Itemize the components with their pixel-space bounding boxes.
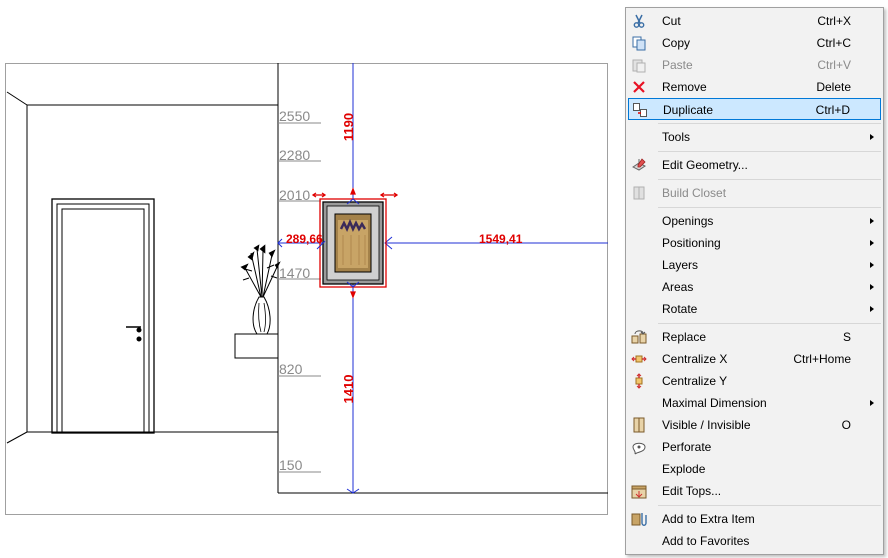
replace-icon xyxy=(631,329,647,345)
menu-separator xyxy=(658,179,881,180)
duplicate-icon xyxy=(632,102,648,118)
extra-item-icon xyxy=(631,511,647,527)
menu-item-build-closet[interactable]: Build Closet xyxy=(628,182,881,204)
menu-item-add-to-favorites[interactable]: Add to Favorites xyxy=(628,530,881,552)
ruler-mark-150: 150 xyxy=(279,457,303,473)
menu-separator xyxy=(658,505,881,506)
menu-item-add-to-extra-item[interactable]: Add to Extra Item xyxy=(628,508,881,530)
menu-item-perforate[interactable]: Perforate xyxy=(628,436,881,458)
dim-bottom-vertical[interactable]: 1410 xyxy=(341,375,356,404)
menu-item-areas[interactable]: Areas xyxy=(628,276,881,298)
menu-separator xyxy=(658,123,881,124)
menu-separator xyxy=(658,323,881,324)
ruler-mark-2010: 2010 xyxy=(279,187,310,203)
menu-item-maximal-dimension[interactable]: Maximal Dimension xyxy=(628,392,881,414)
submenu-arrow-icon xyxy=(870,134,874,140)
door[interactable] xyxy=(51,198,155,434)
scissors-icon xyxy=(631,13,647,29)
visibility-icon xyxy=(631,417,647,433)
menu-item-copy[interactable]: Copy Ctrl+C xyxy=(628,32,881,54)
menu-item-layers[interactable]: Layers xyxy=(628,254,881,276)
ruler-mark-2280: 2280 xyxy=(279,147,310,163)
menu-item-paste[interactable]: Paste Ctrl+V xyxy=(628,54,881,76)
submenu-arrow-icon xyxy=(870,218,874,224)
dim-left-horizontal[interactable]: 289,66 xyxy=(286,232,323,246)
remove-x-icon xyxy=(631,79,647,95)
edit-geometry-icon xyxy=(631,157,647,173)
build-closet-icon xyxy=(631,185,647,201)
centralize-x-icon xyxy=(631,351,647,367)
ruler-mark-820: 820 xyxy=(279,361,303,377)
perforate-icon xyxy=(631,439,647,455)
menu-item-openings[interactable]: Openings xyxy=(628,210,881,232)
submenu-arrow-icon xyxy=(870,284,874,290)
elevation-drawing[interactable]: 2550 2280 2010 1470 820 150 1190 1410 28… xyxy=(5,63,608,515)
context-menu[interactable]: Cut Ctrl+X Copy Ctrl+C Paste Ctrl+V Remo… xyxy=(625,7,884,555)
submenu-arrow-icon xyxy=(870,240,874,246)
selected-picture-frame[interactable] xyxy=(319,198,387,288)
shelf-with-vase[interactable] xyxy=(234,244,281,359)
menu-item-rotate[interactable]: Rotate xyxy=(628,298,881,320)
submenu-arrow-icon xyxy=(870,400,874,406)
menu-item-centralize-y[interactable]: Centralize Y xyxy=(628,370,881,392)
menu-item-tools[interactable]: Tools xyxy=(628,126,881,148)
menu-item-visible-invisible[interactable]: Visible / Invisible O xyxy=(628,414,881,436)
menu-item-remove[interactable]: Remove Delete xyxy=(628,76,881,98)
dim-right-horizontal[interactable]: 1549,41 xyxy=(479,232,523,246)
centralize-y-icon xyxy=(631,373,647,389)
menu-separator xyxy=(658,151,881,152)
menu-item-duplicate[interactable]: Duplicate Ctrl+D xyxy=(628,98,881,120)
dim-top-vertical[interactable]: 1190 xyxy=(341,113,356,141)
menu-item-positioning[interactable]: Positioning xyxy=(628,232,881,254)
menu-item-cut[interactable]: Cut Ctrl+X xyxy=(628,10,881,32)
submenu-arrow-icon xyxy=(870,306,874,312)
menu-separator xyxy=(658,207,881,208)
edit-tops-icon xyxy=(631,483,647,499)
menu-item-explode[interactable]: Explode xyxy=(628,458,881,480)
paste-icon xyxy=(631,57,647,73)
ruler-lines xyxy=(278,122,321,473)
ruler-mark-1470: 1470 xyxy=(279,265,310,281)
menu-item-replace[interactable]: Replace S xyxy=(628,326,881,348)
copy-icon xyxy=(631,35,647,51)
ruler-mark-2550: 2550 xyxy=(279,108,310,124)
menu-item-edit-tops[interactable]: Edit Tops... xyxy=(628,480,881,502)
submenu-arrow-icon xyxy=(870,262,874,268)
menu-item-edit-geometry[interactable]: Edit Geometry... xyxy=(628,154,881,176)
menu-item-centralize-x[interactable]: Centralize X Ctrl+Home xyxy=(628,348,881,370)
